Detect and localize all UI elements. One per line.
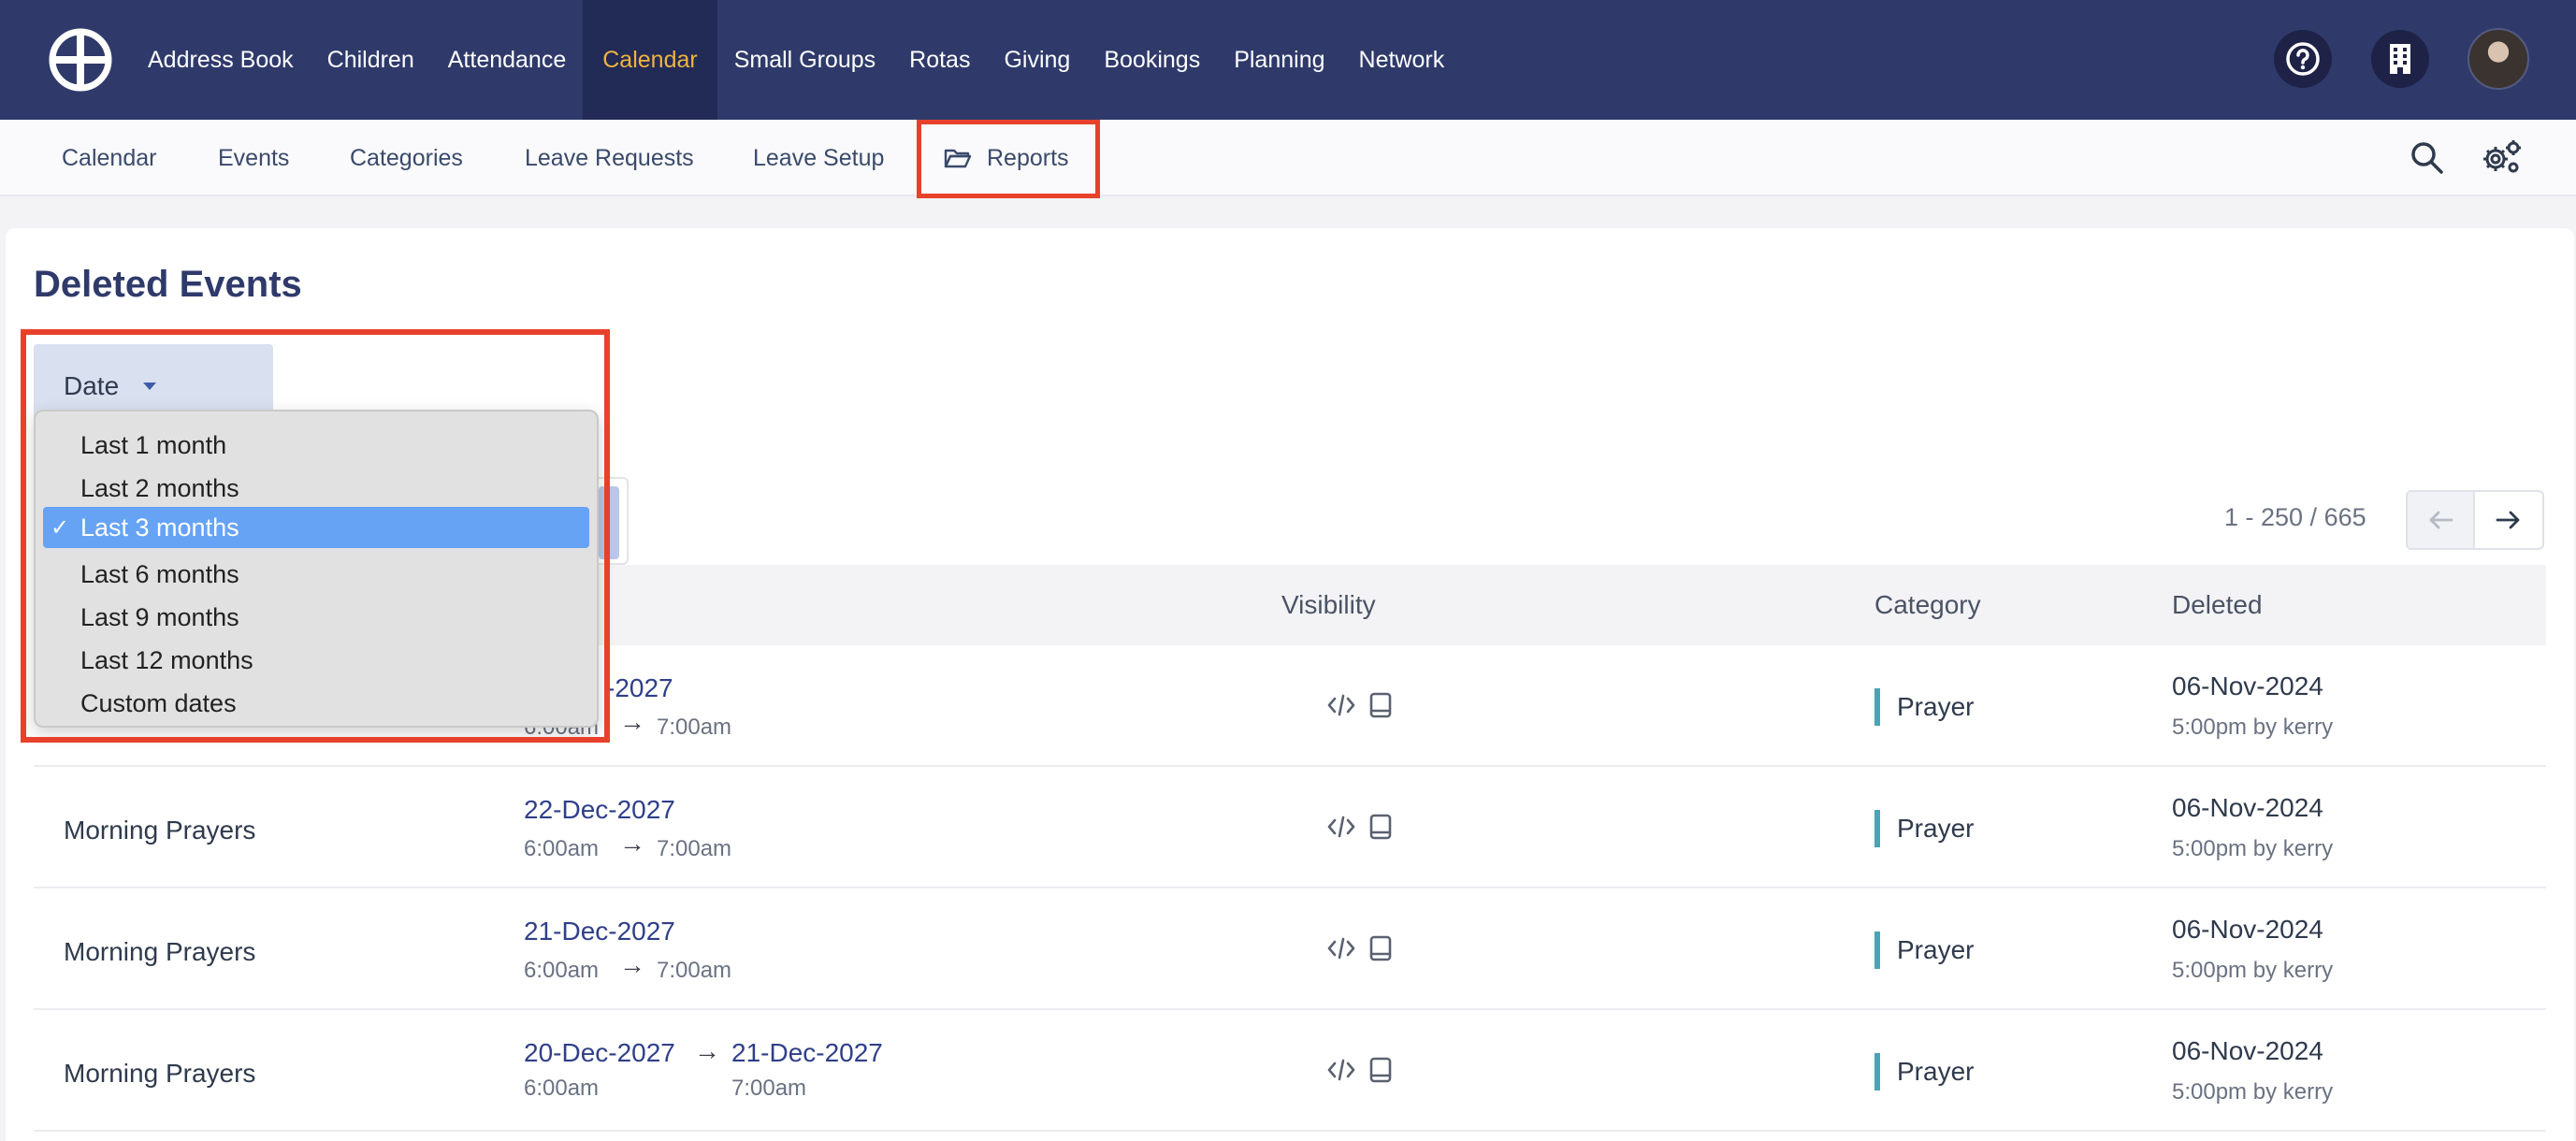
subnav-leave-requests[interactable]: Leave Requests [525, 120, 694, 196]
pagination-controls [2406, 490, 2544, 550]
top-navigation-bar: Address Book Children Attendance Calenda… [0, 0, 2576, 120]
visibility-icons [1326, 692, 1392, 718]
event-end-time: 7:00am [657, 836, 732, 861]
table-row[interactable]: Morning Prayers 20-Dec-2027 → 21-Dec-202… [34, 1010, 2546, 1132]
deleted-by: 5:00pm by kerry [2172, 958, 2334, 983]
visibility-icons [1326, 935, 1392, 961]
sub-navigation-bar: Calendar Events Categories Leave Request… [0, 120, 2576, 196]
deleted-date: 06-Nov-2024 [2172, 672, 2323, 700]
tablet-icon [1369, 935, 1392, 961]
deleted-by: 5:00pm by kerry [2172, 836, 2334, 861]
time-arrow: → [619, 950, 645, 979]
event-start-time: 6:00am [524, 1076, 600, 1101]
category-color-bar [1874, 1053, 1880, 1090]
main-nav: Address Book Children Attendance Calenda… [131, 0, 1461, 120]
event-start-date[interactable]: 20-Dec-2027 [524, 1038, 675, 1068]
nav-children[interactable]: Children [311, 0, 431, 120]
tablet-icon [1369, 1057, 1392, 1083]
building-icon [2390, 44, 2410, 74]
dropdown-highlight-box [21, 329, 610, 743]
reports-highlight-box [917, 120, 1100, 198]
event-name: Morning Prayers [64, 1059, 256, 1088]
deleted-date: 06-Nov-2024 [2172, 1036, 2323, 1065]
time-arrow: → [619, 829, 645, 858]
deleted-by: 5:00pm by kerry [2172, 715, 2334, 740]
nav-bookings[interactable]: Bookings [1087, 0, 1217, 120]
nav-small-groups[interactable]: Small Groups [717, 0, 892, 120]
event-start-time: 6:00am [524, 836, 600, 861]
arrow-right-icon [2496, 511, 2520, 529]
code-icon [1327, 816, 1355, 838]
time-arrow: → [619, 707, 645, 736]
category-name: Prayer [1897, 692, 1975, 721]
event-end-time: 7:00am [731, 1076, 807, 1101]
pagination-range: 1 - 250 / 665 [2224, 503, 2366, 531]
nav-planning[interactable]: Planning [1217, 0, 1341, 120]
event-start-date[interactable]: -2027 [606, 673, 673, 703]
event-start-date[interactable]: 22-Dec-2027 [524, 795, 675, 825]
category-name: Prayer [1897, 935, 1975, 964]
help-button[interactable] [2274, 30, 2332, 88]
table-row[interactable]: Morning Prayers 21-Dec-2027 6:00am → 7:0… [34, 888, 2546, 1010]
date-arrow: → [694, 1036, 720, 1065]
category-color-bar [1874, 688, 1880, 726]
prev-page-button[interactable] [2408, 492, 2475, 548]
event-end-time: 7:00am [657, 958, 732, 983]
nav-attendance[interactable]: Attendance [431, 0, 584, 120]
user-avatar[interactable] [2467, 28, 2529, 90]
event-start-date[interactable]: 21-Dec-2027 [524, 917, 675, 946]
nav-calendar[interactable]: Calendar [583, 0, 717, 120]
subnav-leave-setup[interactable]: Leave Setup [753, 120, 884, 196]
nav-rotas[interactable]: Rotas [892, 0, 987, 120]
deleted-by: 5:00pm by kerry [2172, 1079, 2334, 1105]
page-title: Deleted Events [34, 264, 302, 305]
deleted-date: 06-Nov-2024 [2172, 915, 2323, 944]
nav-address-book[interactable]: Address Book [131, 0, 311, 120]
code-icon [1327, 937, 1355, 960]
category-name: Prayer [1897, 1057, 1975, 1086]
category-color-bar [1874, 932, 1880, 969]
code-icon [1327, 694, 1355, 716]
tablet-icon [1369, 692, 1392, 718]
organisation-button[interactable] [2371, 30, 2429, 88]
visibility-icons [1326, 814, 1392, 840]
arrow-left-icon [2429, 511, 2453, 529]
column-header-deleted[interactable]: Deleted [2172, 565, 2263, 645]
nav-giving[interactable]: Giving [987, 0, 1087, 120]
nav-network[interactable]: Network [1342, 0, 1462, 120]
subnav-events[interactable]: Events [218, 120, 289, 196]
category-name: Prayer [1897, 814, 1975, 843]
code-icon [1327, 1059, 1355, 1081]
column-header-category[interactable]: Category [1874, 565, 1981, 645]
subnav-categories[interactable]: Categories [350, 120, 463, 196]
event-end-date[interactable]: 21-Dec-2027 [731, 1038, 883, 1068]
category-color-bar [1874, 810, 1880, 847]
help-circle-icon [2286, 42, 2320, 76]
event-end-time: 7:00am [657, 715, 732, 740]
event-name: Morning Prayers [64, 816, 256, 845]
next-page-button[interactable] [2475, 492, 2542, 548]
event-name: Morning Prayers [64, 937, 256, 966]
event-start-time: 6:00am [524, 958, 600, 983]
deleted-date: 06-Nov-2024 [2172, 793, 2323, 822]
table-row[interactable]: Morning Prayers 22-Dec-2027 6:00am → 7:0… [34, 767, 2546, 888]
search-icon[interactable] [2410, 140, 2445, 176]
subnav-calendar[interactable]: Calendar [62, 120, 156, 196]
visibility-icons [1326, 1057, 1392, 1083]
church-cross-logo-icon[interactable] [49, 28, 112, 92]
gear-icon[interactable] [2481, 138, 2522, 178]
column-header-visibility[interactable]: Visibility [1281, 565, 1376, 645]
tablet-icon [1369, 814, 1392, 840]
